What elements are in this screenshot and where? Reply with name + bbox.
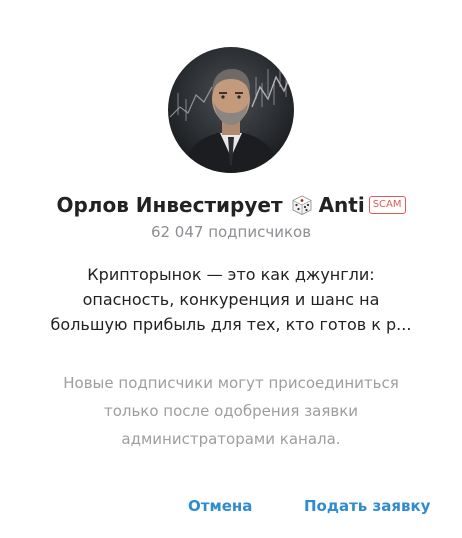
channel-title: Орлов Инвестирует (56, 193, 283, 217)
channel-description: Крипторынок — это как джунгли: опасность… (30, 262, 432, 337)
notice-line: Новые подписчики могут присоединиться (63, 374, 399, 392)
cancel-button[interactable]: Отмена (188, 492, 252, 520)
dice-icon (291, 194, 313, 216)
description-line: Крипторынок — это как джунгли: (87, 265, 375, 284)
submit-request-button[interactable]: Подать заявку (304, 492, 430, 520)
notice-line: только после одобрения заявки (103, 402, 359, 420)
description-line: большую прибыль для тех, кто готов к р..… (50, 315, 412, 334)
scam-badge: SCAM (368, 196, 406, 214)
subscriber-count: 62 047 подписчиков (150, 223, 312, 241)
channel-title-row: Орлов Инвестирует Anti SCAM (0, 189, 462, 221)
channel-avatar (168, 47, 294, 173)
notice-line: администраторами канала. (121, 430, 341, 448)
channel-title-suffix: Anti (318, 193, 365, 217)
avatar-photo (168, 47, 294, 173)
join-request-dialog: Орлов Инвестирует Anti SCAM 62 047 подпи… (0, 0, 462, 538)
approval-notice: Новые подписчики могут присоединиться то… (30, 369, 432, 453)
description-line: опасность, конкуренция и шанс на (82, 290, 380, 309)
